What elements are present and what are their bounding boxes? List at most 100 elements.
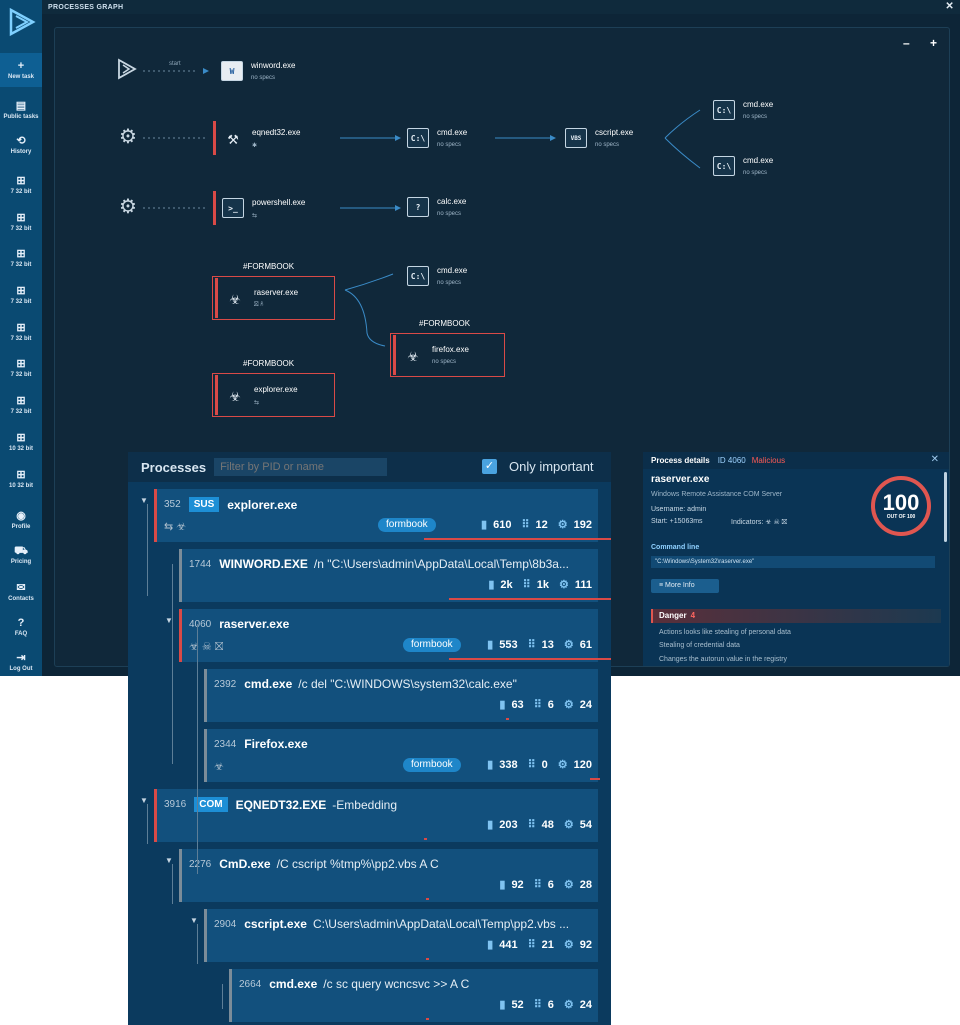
sidebar-item-faq[interactable]: ? FAQ	[0, 610, 42, 644]
sidebar-item-new-task[interactable]: + New task	[0, 53, 42, 87]
details-scrollbar[interactable]	[944, 472, 947, 542]
activity-underline	[424, 838, 427, 840]
edge-raserver-cmd4	[344, 273, 394, 291]
sidebar-item-label: 7 32 bit	[10, 372, 32, 378]
tree-connector	[222, 984, 223, 1009]
process-row[interactable]: 2904 cscript.exe C:\Users\admin\AppData\Lo…	[204, 909, 598, 962]
sidebar-item-7-32-bit[interactable]: ⊞ 7 32 bit	[0, 278, 42, 312]
node-cmd-2[interactable]: C:\ cmd.exe no specs	[713, 93, 773, 127]
sidebar-item-pricing[interactable]: ⛟ Pricing	[0, 538, 42, 572]
registry-count: 1k	[536, 578, 549, 591]
file-count: 63	[511, 698, 524, 711]
node-name: winword.exe	[251, 61, 296, 70]
sidebar-item-7-32-bit[interactable]: ⊞ 7 32 bit	[0, 388, 42, 422]
cmd-icon: C:\	[407, 128, 429, 148]
registry-icon: ⠿	[521, 519, 530, 531]
process-row[interactable]: 352 SUS explorer.exe ⇆ ☣ formbook ▮ 610 ⠿ 12 ⚙ 192	[154, 489, 611, 542]
file-icon: ▮	[487, 939, 494, 951]
process-row[interactable]: 2664 cmd.exe/c sc query wcncsvc >> A C ▮ 52…	[229, 969, 598, 1022]
close-icon[interactable]: ✕	[945, 1, 954, 12]
formbook-tag[interactable]: formbook	[378, 518, 436, 532]
sidebar-item-7-32-bit[interactable]: ⊞ 7 32 bit	[0, 241, 42, 275]
sidebar-item-log-out[interactable]: ⇥ Log Out	[0, 645, 42, 679]
app-logo[interactable]	[5, 6, 37, 38]
sidebar-item-label: 7 32 bit	[10, 226, 32, 232]
close-icon[interactable]: ✕	[931, 454, 939, 465]
process-row[interactable]: 2392 cmd.exe/c del "C:\WINDOWS\system32\c…	[204, 669, 598, 722]
sidebar-item-label: 10 32 bit	[8, 446, 33, 452]
sidebar-item-contacts[interactable]: ✉ Contacts	[0, 575, 42, 609]
node-name: cmd.exe	[437, 128, 468, 137]
node-cscript[interactable]: VBS cscript.exe no specs	[565, 121, 633, 155]
formbook-tag[interactable]: formbook	[403, 758, 461, 772]
process-row[interactable]: 2344 Firefox.exe ☣ formbook ▮ 338 ⠿ 0 ⚙ 120	[204, 729, 600, 782]
sidebar-item-7-32-bit[interactable]: ⊞ 7 32 bit	[0, 168, 42, 202]
node-sub: ⇆	[254, 399, 260, 406]
network-count: 92	[579, 938, 592, 951]
process-stats: ▮ 553 ⠿ 13 ⚙ 61	[477, 638, 592, 652]
sidebar-item-label: 7 32 bit	[10, 336, 32, 342]
details-title: Process details	[651, 456, 710, 465]
node-cmd-4[interactable]: C:\ cmd.exe no specs	[407, 259, 467, 293]
network-icon: ⚙	[563, 939, 574, 951]
node-firefox[interactable]: ☣ firefox.exe no specs	[390, 333, 505, 377]
node-calc[interactable]: ? calc.exe no specs	[407, 190, 466, 224]
process-name: WINWORD.EXE	[219, 557, 308, 571]
sidebar-item-10-32-bit[interactable]: ⊞ 10 32 bit	[0, 425, 42, 459]
formbook-tag: #FORMBOOK	[243, 262, 295, 271]
danger-item: Actions looks like stealing of personal …	[659, 629, 791, 636]
node-explorer[interactable]: ☣ explorer.exe ⇆	[212, 373, 335, 417]
process-badge: COM	[194, 797, 228, 812]
only-important-checkbox[interactable]: ✓	[482, 459, 497, 474]
node-name: explorer.exe	[254, 384, 298, 394]
danger-header[interactable]: Danger 4	[651, 609, 941, 623]
windows-icon: ⊞	[16, 285, 26, 297]
more-info-button[interactable]: ≡ More Info	[651, 579, 719, 593]
node-raserver[interactable]: ☣ raserver.exe ⛝ ☠	[212, 276, 335, 320]
process-row[interactable]: 3916 COM EQNEDT32.EXE -Embedding ▮ 203 ⠿ 48 ⚙ 54	[154, 789, 598, 842]
sidebar-item-10-32-bit[interactable]: ⊞ 10 32 bit	[0, 462, 42, 496]
process-row[interactable]: 1744 WINWORD.EXE/n "C:\Users\admin\AppDat…	[179, 549, 611, 602]
process-row[interactable]: 2276 CmD.exe/C cscript %tmp%\pp2.vbs A C ▮…	[179, 849, 598, 902]
cart-icon: ⛟	[14, 545, 28, 557]
process-details-panel: Process details ID 4060 Malicious ✕ rase…	[643, 452, 949, 666]
node-powershell[interactable]: >_ powershell.exe ⇆	[213, 191, 305, 225]
network-icon: ⚙	[557, 759, 568, 771]
sidebar-item-7-32-bit[interactable]: ⊞ 7 32 bit	[0, 315, 42, 349]
registry-count: 21	[541, 938, 554, 951]
process-stats: ▮ 441 ⠿ 21 ⚙ 92	[477, 938, 592, 952]
activity-underline	[426, 1018, 429, 1020]
network-count: 24	[579, 998, 592, 1011]
pid-filter-input[interactable]	[214, 458, 388, 476]
sidebar-item-7-32-bit[interactable]: ⊞ 7 32 bit	[0, 351, 42, 385]
sidebar-item-public-tasks[interactable]: ▤ Public tasks	[0, 93, 42, 127]
cmd-icon: C:\	[407, 266, 429, 286]
registry-count: 6	[547, 698, 554, 711]
node-cmd-3[interactable]: C:\ cmd.exe no specs	[713, 149, 773, 183]
threat-bar	[229, 969, 232, 1022]
profile-icon: ◉	[16, 510, 26, 522]
process-name: Firefox.exe	[244, 737, 308, 751]
registry-icon: ⠿	[522, 579, 531, 591]
node-sub: no specs	[251, 75, 276, 81]
indicator-icons: ☣	[214, 761, 224, 773]
network-count: 54	[579, 818, 592, 831]
node-cmd[interactable]: C:\ cmd.exe no specs	[407, 121, 467, 155]
registry-count: 6	[547, 878, 554, 891]
cmd-icon: C:\	[713, 156, 735, 176]
sidebar-item-profile[interactable]: ◉ Profile	[0, 503, 42, 537]
file-count: 441	[499, 938, 518, 951]
windows-icon: ⊞	[16, 212, 26, 224]
start-play-icon	[118, 58, 137, 80]
process-name: raserver.exe	[219, 617, 290, 631]
formbook-tag[interactable]: formbook	[403, 638, 461, 652]
sidebar-item-history[interactable]: ⟲ History	[0, 128, 42, 162]
danger-item: Changes the autorun value in the registr…	[659, 656, 788, 663]
sidebar-item-7-32-bit[interactable]: ⊞ 7 32 bit	[0, 205, 42, 239]
node-eqnedt32[interactable]: ⚒ eqnedt32.exe ✱	[213, 121, 301, 155]
command-line-value[interactable]: "C:\Windows\System32\raserver.exe"	[651, 556, 935, 568]
pid: 1744	[189, 558, 212, 570]
process-row[interactable]: 4060 raserver.exe ☣ ☠ ⛝ formbook ▮ 553 ⠿ 13 ⚙ 61	[179, 609, 611, 662]
node-name: raserver.exe	[254, 287, 299, 297]
node-winword[interactable]: W winword.exe no specs	[221, 54, 295, 88]
